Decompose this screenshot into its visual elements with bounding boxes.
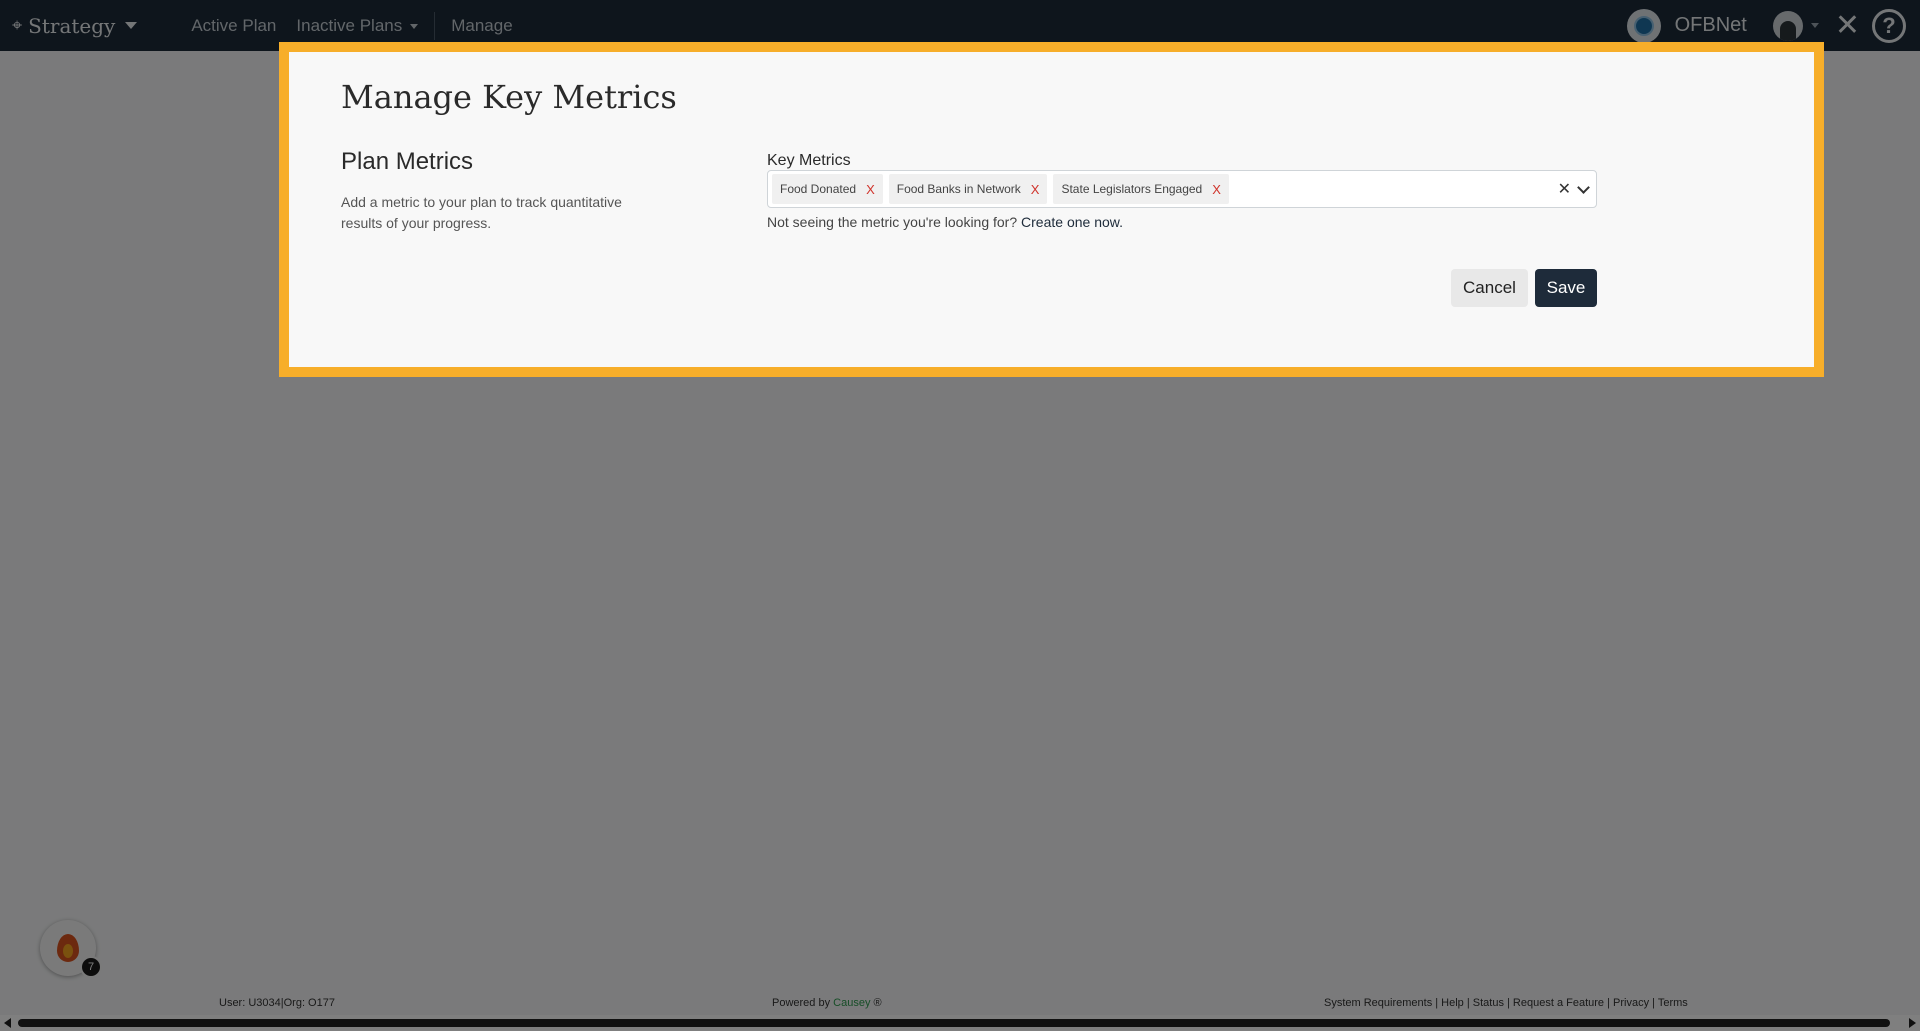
metric-tag: Food Banks in Network X: [888, 174, 1048, 204]
metric-tag-label: Food Donated: [780, 182, 857, 196]
metric-help-text: Not seeing the metric you're looking for…: [767, 214, 1123, 230]
help-text-prefix: Not seeing the metric you're looking for…: [767, 214, 1018, 230]
metric-tag: Food Donated X: [772, 174, 883, 204]
save-button[interactable]: Save: [1535, 269, 1597, 307]
clear-all-icon[interactable]: ✕: [1558, 179, 1571, 199]
create-metric-link[interactable]: Create one now.: [1021, 214, 1123, 230]
manage-key-metrics-modal: Manage Key Metrics Plan Metrics Add a me…: [279, 42, 1824, 377]
modal-title: Manage Key Metrics: [341, 78, 677, 116]
metric-tag: State Legislators Engaged X: [1053, 174, 1229, 204]
chevron-down-icon[interactable]: [1577, 180, 1590, 194]
key-metrics-label: Key Metrics: [767, 152, 851, 169]
key-metrics-select[interactable]: Food Donated X Food Banks in Network X S…: [767, 170, 1597, 208]
remove-tag-icon[interactable]: X: [1031, 182, 1040, 197]
section-title: Plan Metrics: [341, 148, 474, 175]
remove-tag-icon[interactable]: X: [1212, 182, 1221, 197]
metric-tag-label: Food Banks in Network: [896, 182, 1021, 196]
remove-tag-icon[interactable]: X: [866, 182, 875, 197]
metric-tag-label: State Legislators Engaged: [1061, 182, 1203, 196]
cancel-button[interactable]: Cancel: [1451, 269, 1528, 307]
section-description: Add a metric to your plan to track quant…: [341, 194, 622, 231]
